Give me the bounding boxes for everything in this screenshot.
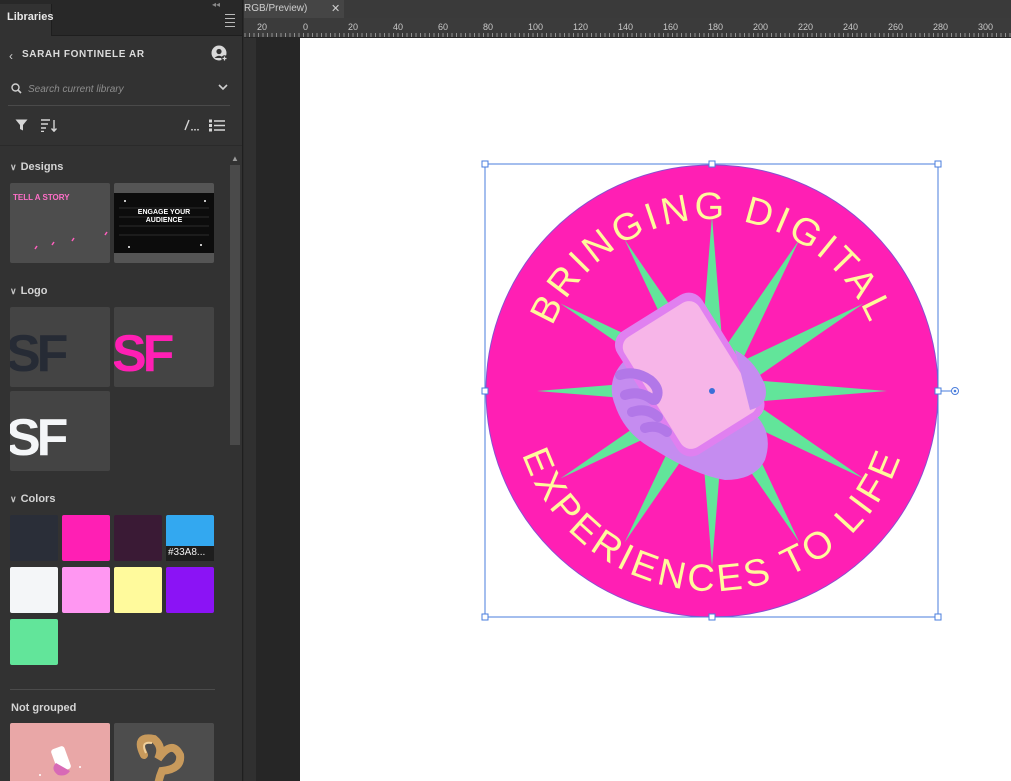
- ruler-label: 60: [438, 22, 448, 32]
- color-swatch-pale-yellow[interactable]: [114, 567, 162, 613]
- design-tile-tell-a-story[interactable]: TELL A STORY: [10, 183, 110, 263]
- chevron-down-icon: ∨: [10, 162, 17, 172]
- library-name[interactable]: SARAH FONTINELE AR: [22, 49, 145, 60]
- ruler-label: 260: [888, 22, 903, 32]
- color-swatch-light-pink[interactable]: [62, 567, 110, 613]
- color-swatch-mint-green[interactable]: [10, 619, 58, 665]
- ruler-label: 140: [618, 22, 633, 32]
- filter-icon[interactable]: [15, 119, 28, 131]
- document-tab-title: RGB/Preview): [244, 3, 308, 14]
- design-tile-engage-audience[interactable]: ENGAGE YOUR AUDIENCE: [114, 183, 214, 263]
- libraries-panel: Libraries ◂◂ ‹ SARAH FONTINELE AR Search…: [0, 0, 243, 781]
- sort-icon[interactable]: [41, 119, 57, 132]
- app-window: Libraries ◂◂ ‹ SARAH FONTINELE AR Search…: [0, 0, 1011, 781]
- search-input[interactable]: [28, 81, 198, 97]
- search-icon: [11, 83, 22, 94]
- logo-thumbnail: SF: [10, 409, 71, 467]
- color-swatch-violet[interactable]: [166, 567, 214, 613]
- scrollbar-thumb[interactable]: [230, 165, 240, 445]
- section-designs[interactable]: ∨ Designs: [10, 161, 63, 173]
- back-chevron-icon[interactable]: ‹: [9, 49, 13, 63]
- ruler-label: 120: [573, 22, 588, 32]
- ruler-label: 20: [348, 22, 358, 32]
- badge-artwork[interactable]: BRINGING DIGITAL EXPERIENCES TO LIFE: [478, 158, 968, 628]
- section-colors-label: Colors: [20, 493, 56, 505]
- ruler-label: 300: [978, 22, 993, 32]
- ruler-ticks: 20 0 20 40 60 80 100 120 140 160 180 200 220 240 260 28…: [244, 22, 1011, 37]
- section-divider: [10, 689, 215, 690]
- ruler-label: 280: [933, 22, 948, 32]
- library-toolbar: [0, 106, 242, 146]
- scroll-up-icon[interactable]: ▲: [231, 154, 239, 163]
- logo-tile-pink[interactable]: SF: [114, 307, 214, 387]
- ruler-label: 160: [663, 22, 678, 32]
- panel-scrollbar[interactable]: ▲: [229, 151, 241, 781]
- asset-thumbnail: [39, 746, 81, 776]
- logo-tile-dark[interactable]: SF: [10, 307, 110, 387]
- add-user-icon[interactable]: [211, 45, 228, 62]
- grid-view-icon[interactable]: [184, 119, 200, 131]
- section-designs-label: Designs: [20, 161, 64, 173]
- panel-menu-icon[interactable]: [225, 14, 235, 30]
- color-swatch-hot-pink[interactable]: [62, 515, 110, 561]
- logo-letters: SF: [114, 325, 173, 383]
- library-header: ‹ SARAH FONTINELE AR: [0, 36, 242, 72]
- design-tile-text: TELL A STORY: [13, 193, 70, 202]
- collapse-icon[interactable]: ◂◂: [212, 0, 220, 9]
- color-swatch-dark-plum[interactable]: [114, 515, 162, 561]
- ruler-label: 220: [798, 22, 813, 32]
- library-search: [8, 72, 230, 106]
- design-tile-text: ENGAGE YOUR AUDIENCE: [137, 209, 191, 224]
- ruler-label: 0: [303, 22, 308, 32]
- ruler-label: 240: [843, 22, 858, 32]
- logo-letters: SF: [10, 325, 67, 383]
- document-tab-bar: RGB/Preview) ✕: [244, 0, 1011, 18]
- ruler-label: 180: [708, 22, 723, 32]
- section-not-grouped-label: Not grouped: [11, 702, 77, 714]
- chevron-down-icon: ∨: [10, 494, 17, 504]
- logo-letters: SF: [10, 409, 67, 467]
- library-content[interactable]: ▲ ∨ Designs TELL A STORY ENGAGE YOUR AUDI…: [0, 148, 243, 781]
- ruler-label: 200: [753, 22, 768, 32]
- color-swatch-label: #33A8...: [166, 546, 214, 561]
- vertical-ruler[interactable]: [244, 38, 256, 781]
- design-thumbnail: ENGAGE YOUR AUDIENCE: [114, 193, 214, 253]
- center-point: [709, 388, 715, 394]
- asset-tile-hand-phone[interactable]: [10, 723, 110, 781]
- color-swatch-off-white[interactable]: [10, 567, 58, 613]
- ruler-label: 100: [528, 22, 543, 32]
- ruler-label: 20: [257, 22, 267, 32]
- asset-tile-3d-shape[interactable]: [114, 723, 214, 781]
- ruler-label: 40: [393, 22, 403, 32]
- section-logo-label: Logo: [20, 285, 48, 297]
- logo-thumbnail: SF: [114, 325, 177, 383]
- section-logo[interactable]: ∨ Logo: [10, 285, 47, 297]
- document-tab[interactable]: RGB/Preview): [244, 0, 344, 18]
- panel-tab-bar: Libraries ◂◂: [0, 0, 242, 36]
- chevron-down-icon[interactable]: [218, 84, 228, 91]
- design-thumbnail: TELL A STORY: [13, 193, 108, 250]
- close-tab-icon[interactable]: ✕: [331, 2, 340, 15]
- tab-libraries[interactable]: Libraries: [0, 4, 53, 36]
- section-not-grouped[interactable]: Not grouped: [11, 702, 76, 714]
- color-swatch-sky-blue[interactable]: #33A8...: [166, 515, 214, 561]
- section-colors[interactable]: ∨ Colors: [10, 493, 55, 505]
- color-swatch-dark-slate[interactable]: [10, 515, 58, 561]
- ruler-label: 80: [483, 22, 493, 32]
- asset-thumbnail: [136, 734, 185, 781]
- logo-thumbnail: SF: [10, 325, 71, 383]
- pasteboard: [256, 38, 300, 781]
- chevron-down-icon: ∨: [10, 286, 17, 296]
- logo-tile-white[interactable]: SF: [10, 391, 110, 471]
- horizontal-ruler[interactable]: 20 0 20 40 60 80 100 120 140 160 180 200 220 240 260 28…: [244, 18, 1011, 38]
- list-view-icon[interactable]: [209, 119, 225, 132]
